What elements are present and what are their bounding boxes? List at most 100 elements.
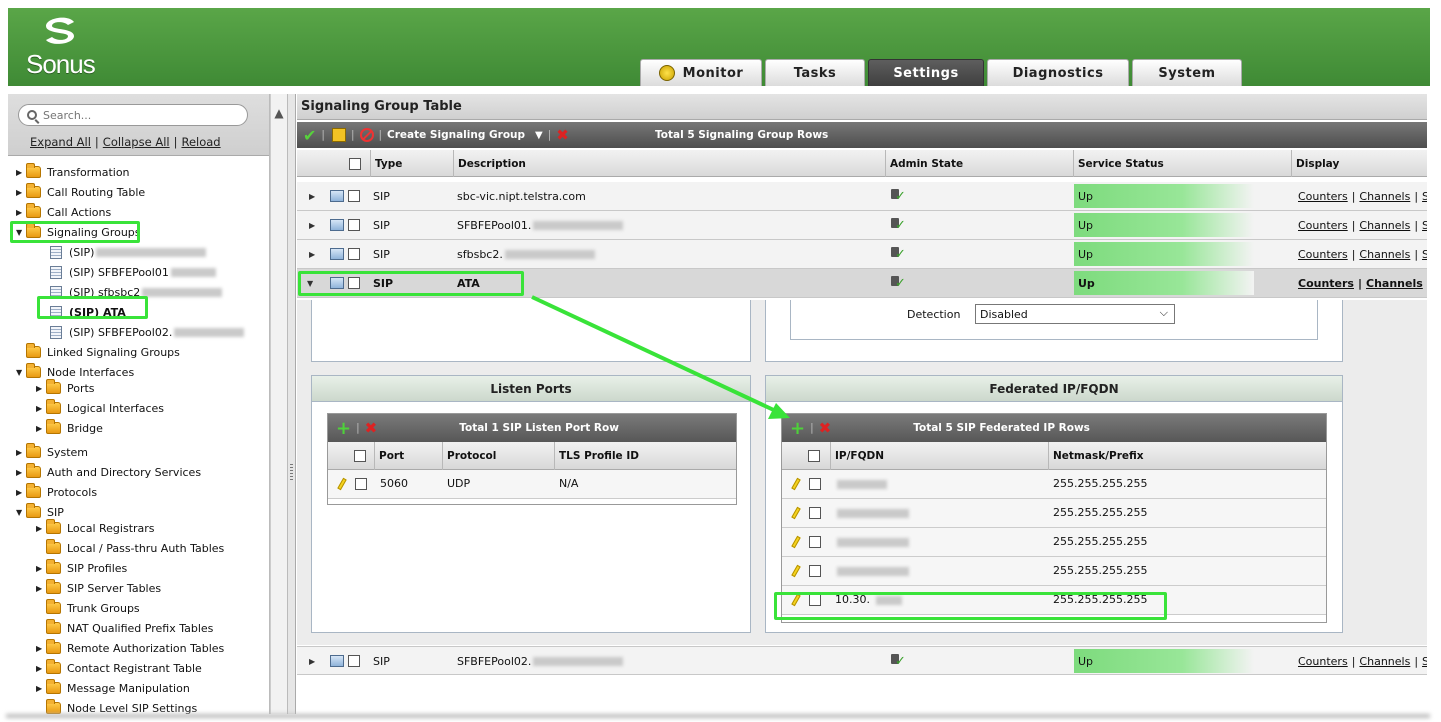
delete-icon[interactable]: ✖ xyxy=(556,126,569,144)
table-row[interactable]: 255.255.255.255 xyxy=(782,528,1326,557)
tree-item-system[interactable]: ▶ System xyxy=(16,442,88,462)
tree-item-sip-server-tables[interactable]: ▶ SIP Server Tables xyxy=(36,578,161,598)
tree-item-sip-sfbfepool01[interactable]: (SIP) SFBFEPool01 xyxy=(50,262,216,282)
more-link[interactable]: Se xyxy=(1422,655,1427,668)
tab-settings[interactable]: Settings xyxy=(868,59,984,86)
expand-arrow-icon[interactable]: ▶ xyxy=(16,488,26,497)
table-row[interactable]: 5060 UDP N/A xyxy=(328,470,736,499)
expand-arrow-icon[interactable]: ▶ xyxy=(16,468,26,477)
table-row[interactable]: 255.255.255.255 xyxy=(782,557,1326,586)
row-edit-icon-cell[interactable] xyxy=(330,269,344,297)
search-box[interactable] xyxy=(18,104,248,126)
collapse-arrow-icon[interactable]: ▼ xyxy=(307,269,313,297)
channels-link[interactable]: Channels xyxy=(1359,219,1410,232)
expand-arrow-icon[interactable]: ▶ xyxy=(16,168,26,177)
expand-arrow-icon[interactable]: ▶ xyxy=(36,424,46,433)
table-row[interactable]: 255.255.255.255 xyxy=(782,499,1326,528)
delete-icon[interactable]: ✖ xyxy=(819,419,832,437)
select-all-checkbox[interactable] xyxy=(808,450,820,462)
tree-item-transformation[interactable]: ▶ Transformation xyxy=(16,162,130,182)
chevron-down-icon[interactable]: ▼ xyxy=(535,130,543,141)
apply-check-icon[interactable]: ✔ xyxy=(303,126,316,145)
tree-item-local-registrars[interactable]: ▶ Local Registrars xyxy=(36,518,155,538)
row-checkbox[interactable] xyxy=(809,507,821,519)
channels-link[interactable]: Channels xyxy=(1359,190,1410,203)
select-all-checkbox[interactable] xyxy=(349,157,361,170)
tree-item-sip-profiles[interactable]: ▶ SIP Profiles xyxy=(36,558,127,578)
row-checkbox-cell[interactable] xyxy=(348,240,360,268)
detection-select[interactable]: Disabled ⌵ xyxy=(975,304,1175,324)
more-link[interactable]: Se xyxy=(1422,190,1427,203)
tab-system[interactable]: System xyxy=(1132,59,1242,86)
expand-all-link[interactable]: Expand All xyxy=(30,135,91,149)
column-service-status[interactable]: Service Status xyxy=(1073,150,1291,177)
row-edit-icon-cell[interactable] xyxy=(330,647,344,675)
channels-link[interactable]: Channels xyxy=(1366,277,1423,290)
tree-item-logical-interfaces[interactable]: ▶ Logical Interfaces xyxy=(36,398,164,418)
column-port[interactable]: Port xyxy=(374,442,442,470)
expand-arrow-icon[interactable]: ▶ xyxy=(16,208,26,217)
tree-item-auth-directory[interactable]: ▶ Auth and Directory Services xyxy=(16,462,201,482)
expand-arrow-icon[interactable]: ▶ xyxy=(36,584,46,593)
reload-link[interactable]: Reload xyxy=(181,135,220,149)
expand-arrow-icon[interactable]: ▶ xyxy=(36,684,46,693)
channels-link[interactable]: Channels xyxy=(1359,248,1410,261)
collapse-arrow-icon[interactable]: ▼ xyxy=(16,508,26,517)
expand-arrow-icon[interactable]: ▶ xyxy=(16,188,26,197)
row-checkbox[interactable] xyxy=(355,478,367,490)
tree-item-call-routing-table[interactable]: ▶ Call Routing Table xyxy=(16,182,145,202)
counters-link[interactable]: Counters xyxy=(1298,655,1348,668)
collapse-all-link[interactable]: Collapse All xyxy=(103,135,170,149)
edit-pencil-icon[interactable] xyxy=(791,477,801,491)
create-signaling-group-button[interactable]: Create Signaling Group xyxy=(387,129,525,141)
tree-item-sip-sfbfepool02[interactable]: (SIP) SFBFEPool02. xyxy=(50,322,245,342)
edit-pencil-icon[interactable] xyxy=(337,477,347,491)
tab-monitor[interactable]: Monitor xyxy=(640,59,762,86)
column-display[interactable]: Display xyxy=(1291,150,1427,177)
column-ip-fqdn[interactable]: IP/FQDN xyxy=(830,442,1048,470)
row-checkbox[interactable] xyxy=(809,536,821,548)
tree-item-call-actions[interactable]: ▶ Call Actions xyxy=(16,202,111,222)
add-icon[interactable]: + xyxy=(336,418,351,439)
row-edit-icon-cell[interactable] xyxy=(330,211,344,239)
tree-item-contact-registrant[interactable]: ▶ Contact Registrant Table xyxy=(36,658,202,678)
counters-link[interactable]: Counters xyxy=(1298,190,1348,203)
row-checkbox[interactable] xyxy=(809,478,821,490)
expand-arrow-icon[interactable]: ▶ xyxy=(36,524,46,533)
column-netmask[interactable]: Netmask/Prefix xyxy=(1048,442,1320,470)
delete-icon[interactable]: ✖ xyxy=(365,419,378,437)
tree-item-sip-sfbsbc2[interactable]: (SIP) sfbsbc2 xyxy=(50,282,223,302)
channels-link[interactable]: Channels xyxy=(1359,655,1410,668)
row-checkbox[interactable] xyxy=(809,594,821,606)
table-row-selected[interactable]: ▼ SIP ATA Up Counters|Channels|Se xyxy=(297,269,1427,298)
tree-item-auth-tables[interactable]: Local / Pass-thru Auth Tables xyxy=(46,538,224,558)
row-edit-icon-cell[interactable] xyxy=(330,240,344,268)
import-icon[interactable] xyxy=(331,128,346,142)
column-type[interactable]: Type xyxy=(370,150,453,177)
tree-item-linked-signaling-groups[interactable]: Linked Signaling Groups xyxy=(26,342,180,362)
tree-item-trunk-groups[interactable]: Trunk Groups xyxy=(46,598,140,618)
row-checkbox[interactable] xyxy=(348,277,360,289)
chevron-down-icon[interactable]: ⌵ xyxy=(1160,306,1168,320)
expand-arrow-icon[interactable]: ▶ xyxy=(309,182,315,210)
row-checkbox[interactable] xyxy=(348,219,360,231)
tree-item-node-level-sip[interactable]: Node Level SIP Settings xyxy=(46,698,197,714)
expand-arrow-icon[interactable]: ▶ xyxy=(36,564,46,573)
column-protocol[interactable]: Protocol xyxy=(442,442,554,470)
expand-arrow-icon[interactable]: ▶ xyxy=(36,384,46,393)
expand-arrow-icon[interactable]: ▶ xyxy=(16,448,26,457)
scroll-up-icon[interactable]: ▲ xyxy=(271,106,287,126)
select-all-checkbox[interactable] xyxy=(354,450,366,462)
tree-item-signaling-groups[interactable]: ▼ Signaling Groups xyxy=(16,222,141,242)
edit-pencil-icon[interactable] xyxy=(791,564,801,578)
tree-item-remote-auth-tables[interactable]: ▶ Remote Authorization Tables xyxy=(36,638,224,658)
expand-arrow-icon[interactable]: ▶ xyxy=(36,664,46,673)
tree-item-sip-group-1[interactable]: (SIP) xyxy=(50,242,207,262)
edit-pencil-icon[interactable] xyxy=(791,593,801,607)
table-row[interactable]: 10.30. 255.255.255.255 xyxy=(782,586,1326,615)
table-row[interactable]: 255.255.255.255 xyxy=(782,470,1326,499)
expand-arrow-icon[interactable]: ▶ xyxy=(36,404,46,413)
row-checkbox[interactable] xyxy=(348,248,360,260)
collapse-arrow-icon[interactable]: ▼ xyxy=(16,368,26,377)
column-admin-state[interactable]: Admin State xyxy=(885,150,1073,177)
